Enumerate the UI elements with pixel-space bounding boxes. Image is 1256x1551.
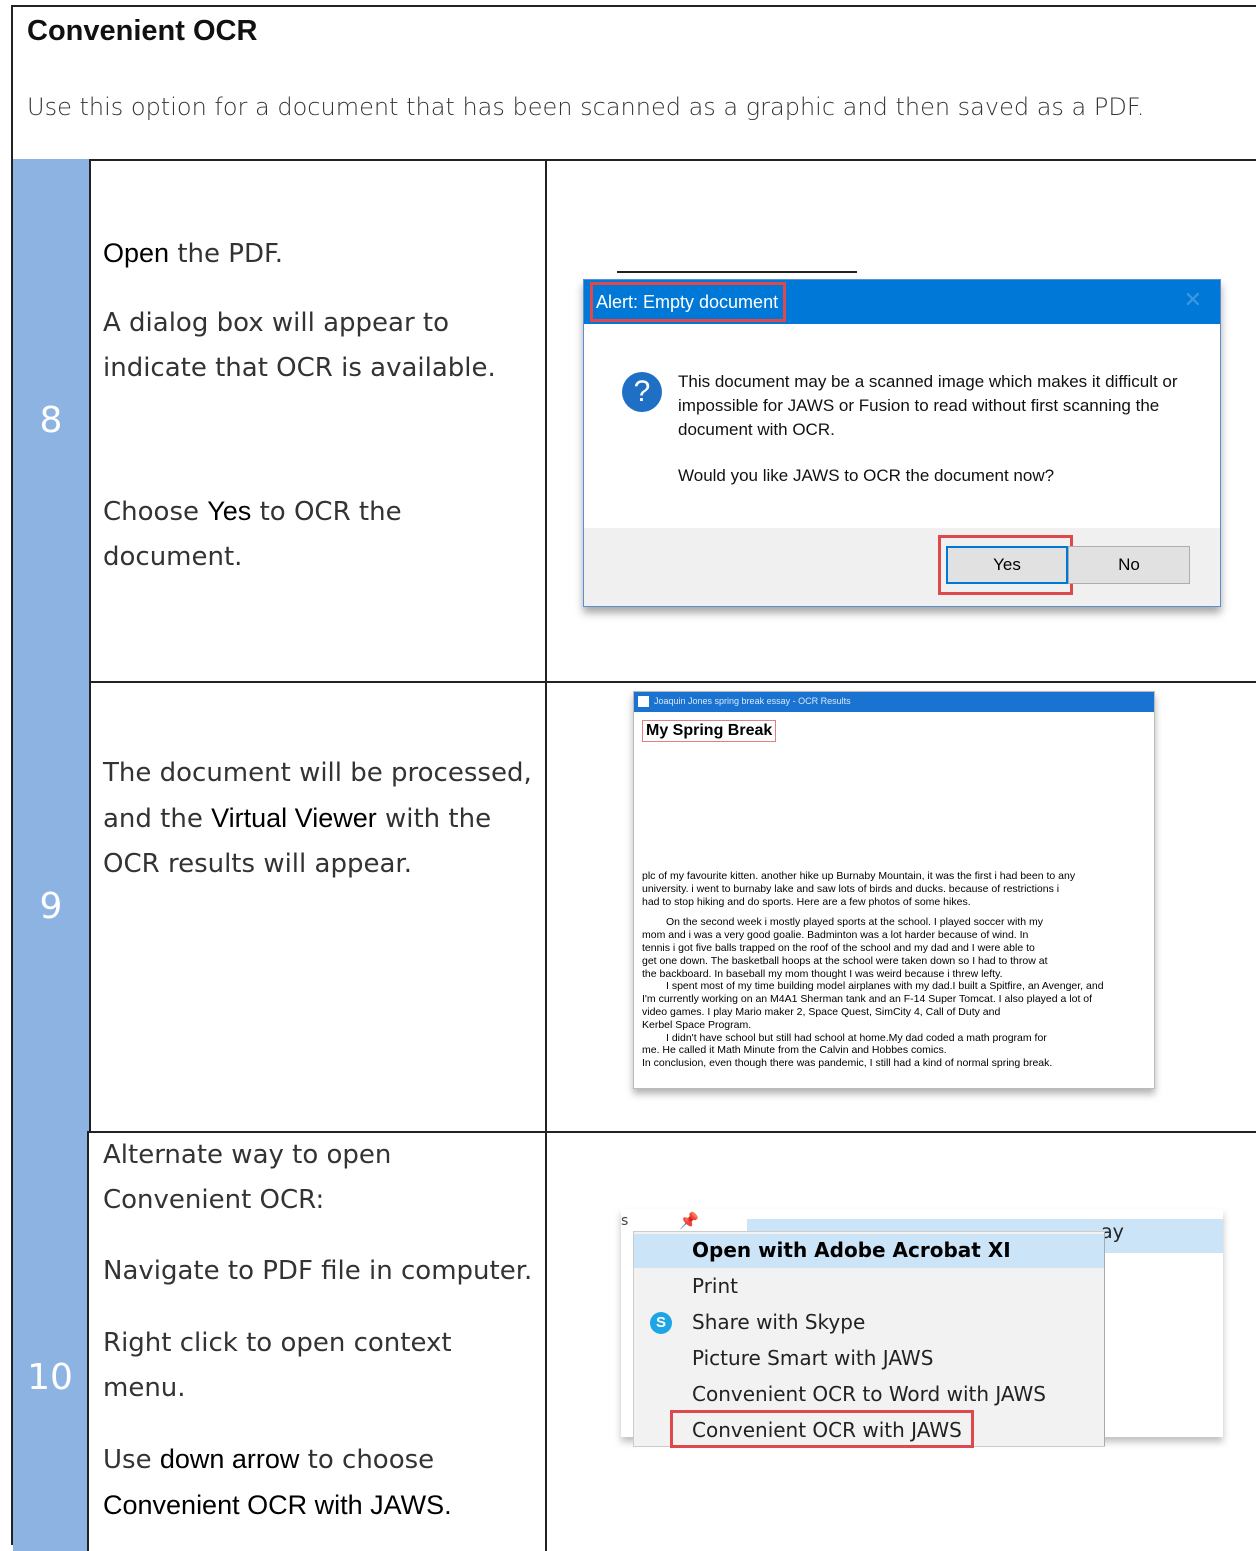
text-line: On the second week i mostly played sport…	[666, 916, 1044, 929]
ocr-heading: My Spring Break	[642, 720, 777, 742]
menu-item-share-skype[interactable]: S Share with Skype	[634, 1306, 1104, 1340]
text-line: mom and i was a very good goalie. Badmin…	[642, 929, 1029, 942]
text: to OCR the	[251, 497, 402, 527]
step-instructions: Alternate way to open Convenient OCR: Nav…	[91, 1131, 547, 1551]
step-row-8: 8 Open the PDF. A dialog box will appear…	[13, 159, 1256, 683]
step-row-9: 9 The document will be processed, and th…	[13, 681, 1256, 1133]
step-number: 8	[13, 159, 91, 681]
step-number: 10	[13, 1131, 89, 1551]
text-line: plc of my favourite kitten. another hike…	[642, 870, 1076, 882]
alert-dialog: Alert: Empty document ✕ ? This document …	[583, 279, 1221, 607]
instruction-line: Alternate way to open Convenient OCR:	[103, 1133, 391, 1223]
dialog-titlebar: Alert: Empty document ✕	[584, 280, 1220, 324]
menu-item-label: Picture Smart with JAWS	[692, 1346, 934, 1370]
text-line: Kerbel Space Program.	[642, 1018, 752, 1031]
window-title: Joaquin Jones spring break essay - OCR R…	[654, 696, 851, 706]
keyword: Virtual Viewer	[211, 803, 377, 833]
instruction-line: Open the PDF.	[103, 231, 283, 277]
highlight-box	[590, 282, 786, 322]
dialog-question: Would you like JAWS to OCR the document …	[678, 466, 1055, 485]
step-row-10: 10 Alternate way to open Convenient OCR: …	[13, 1131, 1256, 1551]
menu-item-ocr-to-word[interactable]: Convenient OCR to Word with JAWS	[634, 1378, 1104, 1412]
partial-text: s	[621, 1213, 629, 1229]
step-instructions: The document will be processed, and the …	[91, 681, 547, 1131]
menu-item-label: Convenient OCR to Word with JAWS	[692, 1382, 1046, 1406]
ocr-results-window: Joaquin Jones spring break essay - OCR R…	[633, 691, 1155, 1089]
section-title: Convenient OCR	[27, 15, 258, 47]
skype-icon: S	[650, 1312, 672, 1334]
text: document.	[103, 542, 243, 572]
text: Choose	[103, 497, 208, 527]
step-number: 9	[13, 681, 91, 1131]
text-line: In conclusion, even though there was pan…	[642, 1057, 1053, 1070]
context-menu: Open with Adobe Acrobat XI Print S Share …	[633, 1231, 1105, 1448]
menu-item-label: Open with Adobe Acrobat XI	[692, 1238, 1011, 1262]
menu-item-label: Print	[692, 1274, 739, 1298]
text-line: the backboard. In baseball my mom though…	[642, 967, 1003, 980]
text: The document will be processed,	[103, 758, 532, 788]
text: the PDF.	[169, 239, 284, 269]
menu-item-label: Share with Skype	[692, 1310, 866, 1334]
text: Use	[103, 1445, 160, 1475]
text: Right click to open context	[103, 1328, 452, 1358]
close-icon[interactable]: ✕	[1184, 288, 1202, 313]
instruction-line: A dialog box will appear to indicate that…	[103, 301, 496, 391]
text: to choose	[299, 1445, 435, 1475]
text-line: tennis i got five balls trapped on the r…	[642, 941, 1035, 954]
text-line: university. i went to burnaby lake and s…	[642, 882, 1060, 895]
text: indicate that OCR is available.	[103, 353, 496, 383]
step-instructions: Open the PDF. A dialog box will appear t…	[91, 159, 547, 681]
text-line: I'm currently working on an M4A1 Sherman…	[642, 993, 1093, 1006]
text-line: I didn't have school but still had schoo…	[666, 1031, 1047, 1044]
text-line: I spent most of my time building model a…	[666, 980, 1104, 993]
window-titlebar: Joaquin Jones spring break essay - OCR R…	[634, 692, 1154, 712]
keyword: Convenient OCR with JAWS.	[103, 1490, 452, 1520]
text: and the	[103, 804, 212, 834]
instruction-line: Choose Yes to OCR the document.	[103, 489, 402, 580]
text-line: had to stop hiking and do sports. Here a…	[642, 895, 971, 908]
pin-icon: 📌	[679, 1211, 699, 1230]
context-menu-screenshot: s 📌 ay Open with Adobe Acrobat XI Print …	[547, 1091, 1256, 1551]
dialog-message: This document may be a scanned image whi…	[678, 372, 1178, 439]
text: Navigate to PDF file in computer.	[103, 1256, 533, 1286]
menu-item-open-acrobat[interactable]: Open with Adobe Acrobat XI	[634, 1234, 1104, 1268]
text: Convenient OCR:	[103, 1185, 325, 1215]
highlight-box	[670, 1410, 974, 1448]
no-button[interactable]: No	[1068, 546, 1190, 584]
text: with the	[376, 804, 492, 834]
text-line: me. He called it Math Minute from the Ca…	[642, 1044, 947, 1057]
instruction-line: Right click to open context menu.	[103, 1321, 452, 1411]
text: menu.	[103, 1373, 186, 1403]
yes-button[interactable]: Yes	[946, 546, 1068, 584]
ocr-text: plc of my favourite kitten. another hike…	[642, 870, 1146, 1070]
instruction-line: Use down arrow to choose Convenient OCR w…	[103, 1437, 452, 1529]
keyword: Open	[103, 238, 170, 268]
text: OCR results will appear.	[103, 849, 412, 879]
menu-item-picture-smart[interactable]: Picture Smart with JAWS	[634, 1342, 1104, 1376]
menu-separator	[1104, 1232, 1105, 1446]
dialog-screenshot: Alert: Empty document ✕ ? This document …	[547, 159, 1256, 681]
dialog-footer: Yes No	[584, 528, 1220, 606]
keyword: down arrow	[159, 1444, 300, 1474]
menu-item-print[interactable]: Print	[634, 1270, 1104, 1304]
keyword: Yes	[207, 496, 252, 526]
document-table: Convenient OCR Use this option for a doc…	[11, 5, 1256, 1551]
ocr-screenshot: Joaquin Jones spring break essay - OCR R…	[547, 681, 1256, 1131]
section-description: Use this option for a document that has …	[27, 93, 1145, 121]
instruction-line: Navigate to PDF file in computer.	[103, 1249, 532, 1294]
text-line: get one down. The basketball hoops at th…	[642, 954, 1048, 967]
text: A dialog box will appear to	[103, 308, 449, 338]
instruction-line: The document will be processed, and the …	[103, 751, 532, 887]
text-line: video games. I play Mario maker 2, Space…	[642, 1005, 1001, 1018]
text: Alternate way to open	[103, 1140, 392, 1170]
question-icon: ?	[622, 372, 662, 412]
section-header: Convenient OCR Use this option for a doc…	[13, 7, 1256, 161]
document-icon	[638, 696, 649, 707]
